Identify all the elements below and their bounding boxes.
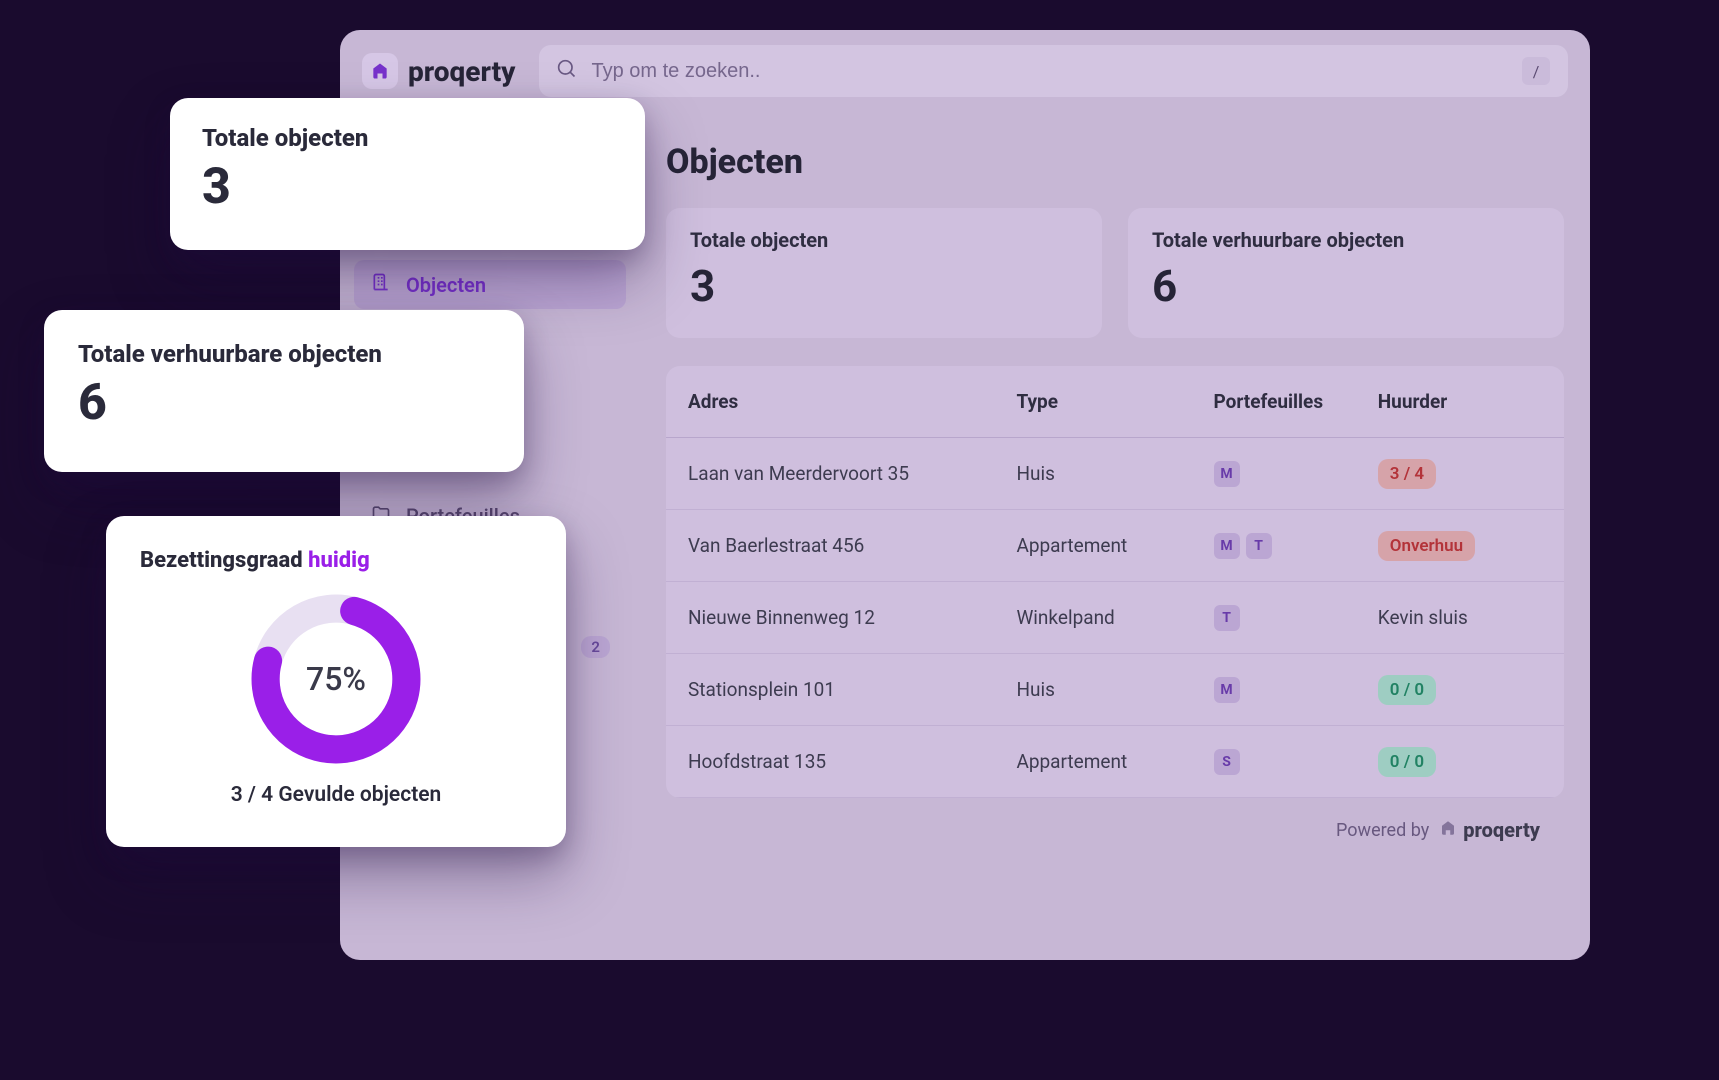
cell-portefeuilles: MT — [1214, 533, 1378, 559]
portfolio-badge[interactable]: M — [1214, 461, 1240, 487]
search-icon — [557, 59, 577, 83]
stat-label: Totale verhuurbare objecten — [1152, 228, 1540, 252]
float-value: 3 — [202, 158, 613, 216]
search-bar[interactable]: / — [539, 45, 1568, 97]
cell-huurder: 0 / 0 — [1378, 675, 1542, 705]
float-card-occupancy: Bezettingsgraad huidig 75% 3 / 4 Gevulde… — [106, 516, 566, 847]
cell-huurder: Onverhuu — [1378, 531, 1542, 561]
stat-row: Totale objecten 3 Totale verhuurbare obj… — [666, 208, 1564, 338]
huurder-value: 0 / 0 — [1378, 675, 1436, 705]
cell-type: Appartement — [1016, 534, 1213, 557]
stat-value: 6 — [1152, 260, 1540, 312]
th-adres[interactable]: Adres — [688, 390, 1016, 413]
cell-adres: Nieuwe Binnenweg 12 — [688, 606, 1016, 629]
stat-value: 3 — [690, 260, 1078, 312]
logo-icon — [362, 53, 398, 89]
table-row[interactable]: Nieuwe Binnenweg 12WinkelpandT Kevin slui… — [666, 582, 1564, 654]
float-value: 6 — [78, 374, 490, 432]
table-row[interactable]: Hoofdstraat 135AppartementS 0 / 0 — [666, 726, 1564, 798]
cell-portefeuilles: S — [1214, 749, 1378, 775]
float-label: Totale verhuurbare objecten — [78, 340, 490, 368]
huurder-value: 3 / 4 — [1378, 459, 1436, 489]
table-row[interactable]: Stationsplein 101HuisM 0 / 0 — [666, 654, 1564, 726]
table-row[interactable]: Van Baerlestraat 456AppartementMTOnverhu… — [666, 510, 1564, 582]
footer: Powered by proqerty — [666, 798, 1564, 862]
cell-portefeuilles: M — [1214, 677, 1378, 703]
portfolio-badge[interactable]: M — [1214, 533, 1240, 559]
cell-huurder: 0 / 0 — [1378, 747, 1542, 777]
brand-name: proqerty — [408, 55, 515, 88]
objects-table: Adres Type Portefeuilles Huurder Laan va… — [666, 366, 1564, 798]
float-card-total-objects: Totale objecten 3 — [170, 98, 645, 250]
cell-adres: Hoofdstraat 135 — [688, 750, 1016, 773]
cell-huurder: 3 / 4 — [1378, 459, 1542, 489]
th-portefeuilles[interactable]: Portefeuilles — [1214, 390, 1378, 413]
building-icon — [370, 272, 392, 297]
float-label: Totale objecten — [202, 124, 613, 152]
sidebar-label: Objecten — [406, 273, 486, 297]
th-huurder[interactable]: Huurder — [1378, 390, 1542, 413]
footer-brand: proqerty — [1439, 818, 1540, 842]
cell-type: Appartement — [1016, 750, 1213, 773]
cell-adres: Van Baerlestraat 456 — [688, 534, 1016, 557]
logo-icon — [1439, 818, 1457, 842]
search-shortcut: / — [1522, 57, 1550, 85]
portfolio-badge[interactable]: M — [1214, 677, 1240, 703]
portfolio-badge[interactable]: T — [1214, 605, 1240, 631]
main-content: Objecten Totale objecten 3 Totale verhuu… — [640, 112, 1590, 960]
donut-percent-label: 75% — [248, 591, 424, 767]
page-title: Objecten — [666, 142, 1564, 182]
cell-portefeuilles: M — [1214, 461, 1378, 487]
table-header-row: Adres Type Portefeuilles Huurder — [666, 366, 1564, 438]
portfolio-badge[interactable]: S — [1214, 749, 1240, 775]
cell-adres: Stationsplein 101 — [688, 678, 1016, 701]
stat-card-rentable: Totale verhuurbare objecten 6 — [1128, 208, 1564, 338]
occupancy-subtext: 3 / 4 Gevulde objecten — [140, 783, 532, 807]
portfolio-badge[interactable]: T — [1246, 533, 1272, 559]
table-row[interactable]: Laan van Meerdervoort 35HuisM 3 / 4 — [666, 438, 1564, 510]
cell-adres: Laan van Meerdervoort 35 — [688, 462, 1016, 485]
stat-card-total: Totale objecten 3 — [666, 208, 1102, 338]
cell-type: Huis — [1016, 462, 1213, 485]
brand-logo: proqerty — [362, 53, 515, 89]
cell-huurder: Kevin sluis — [1378, 606, 1542, 629]
cell-portefeuilles: T — [1214, 605, 1378, 631]
th-type[interactable]: Type — [1016, 390, 1213, 413]
huurder-value: Onverhuu — [1378, 531, 1475, 561]
powered-by: Powered by — [1336, 820, 1429, 841]
huurder-value: 0 / 0 — [1378, 747, 1436, 777]
float-card-rentable-objects: Totale verhuurbare objecten 6 — [44, 310, 524, 472]
cell-type: Winkelpand — [1016, 606, 1213, 629]
occupancy-donut: 75% — [140, 591, 532, 767]
sidebar-item-objecten[interactable]: Objecten — [354, 260, 626, 309]
huurder-value: Kevin sluis — [1378, 606, 1468, 629]
section-count-badge: 2 — [581, 636, 610, 658]
search-input[interactable] — [591, 60, 1508, 83]
stat-label: Totale objecten — [690, 228, 1078, 252]
cell-type: Huis — [1016, 678, 1213, 701]
occupancy-title: Bezettingsgraad huidig — [140, 548, 532, 573]
